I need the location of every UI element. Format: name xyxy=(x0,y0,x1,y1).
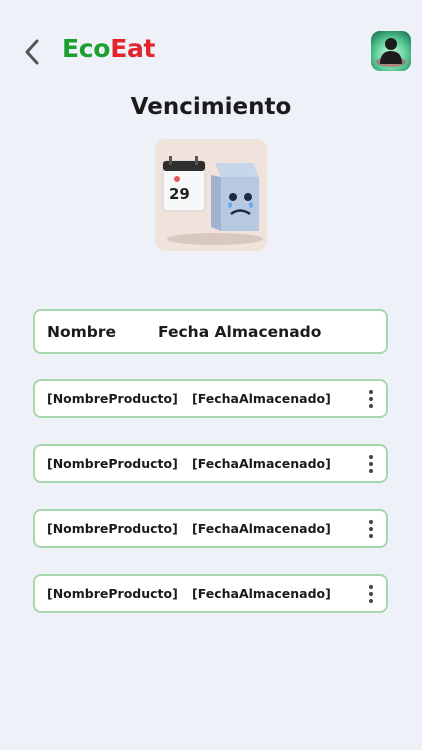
more-vertical-icon[interactable] xyxy=(364,515,378,542)
page-title: Vencimiento xyxy=(130,94,292,120)
stored-date: [FechaAlmacenado] xyxy=(192,391,331,406)
expired-illustration: 29 xyxy=(155,139,267,251)
table-row[interactable]: [NombreProducto] [FechaAlmacenado] xyxy=(33,509,388,548)
table-row[interactable]: [NombreProducto] [FechaAlmacenado] xyxy=(33,574,388,613)
app-name-eat: Eat xyxy=(110,34,156,63)
app-name-eco: Eco xyxy=(62,34,111,63)
chevron-left-icon xyxy=(25,39,39,65)
app-logo: EcoEat xyxy=(62,34,155,63)
product-name: [NombreProducto] xyxy=(47,456,178,471)
stored-date: [FechaAlmacenado] xyxy=(192,586,331,601)
table-header: Nombre Fecha Almacenado xyxy=(33,309,388,354)
back-button[interactable] xyxy=(18,36,46,68)
product-name: [NombreProducto] xyxy=(47,586,178,601)
header-name: Nombre xyxy=(47,322,117,341)
more-vertical-icon[interactable] xyxy=(364,450,378,477)
calendar-icon: 29 xyxy=(162,156,206,212)
profile-button[interactable] xyxy=(371,31,411,71)
user-avatar-icon xyxy=(371,31,411,71)
table-row[interactable]: [NombreProducto] [FechaAlmacenado] xyxy=(33,444,388,483)
table-row[interactable]: [NombreProducto] [FechaAlmacenado] xyxy=(33,379,388,418)
stored-date: [FechaAlmacenado] xyxy=(192,456,331,471)
product-name: [NombreProducto] xyxy=(47,521,178,536)
more-vertical-icon[interactable] xyxy=(364,385,378,412)
header-date-stored: Fecha Almacenado xyxy=(158,322,322,341)
product-name: [NombreProducto] xyxy=(47,391,178,406)
more-vertical-icon[interactable] xyxy=(364,580,378,607)
stored-date: [FechaAlmacenado] xyxy=(192,521,331,536)
svg-text:29: 29 xyxy=(169,185,190,203)
